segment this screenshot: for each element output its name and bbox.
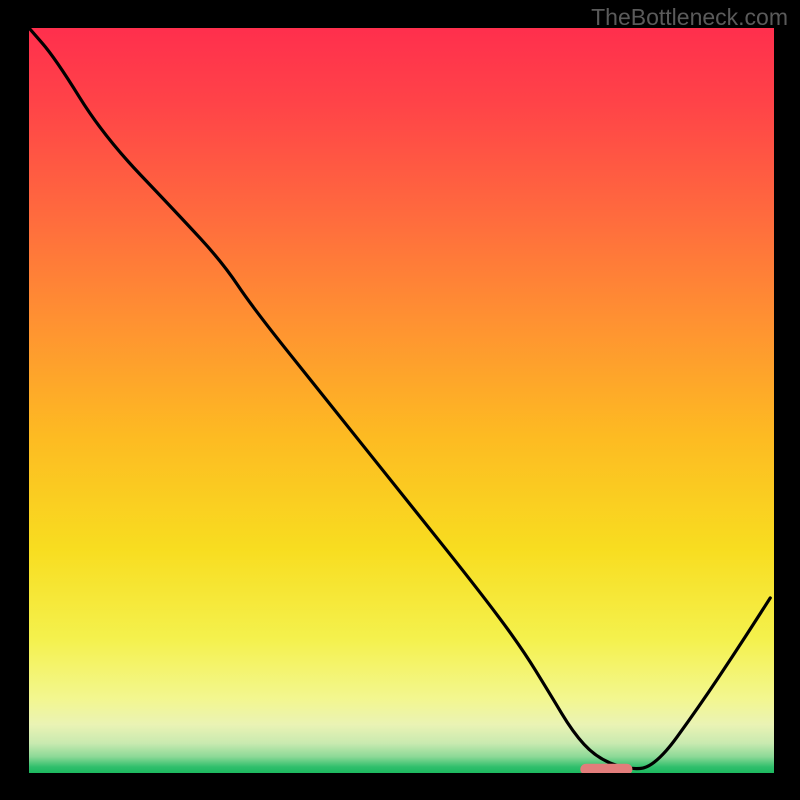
result-marker: [580, 764, 632, 773]
watermark-text: TheBottleneck.com: [591, 4, 788, 31]
chart-plot-area: [29, 28, 774, 773]
chart-svg: [29, 28, 774, 773]
chart-background: [29, 28, 774, 773]
